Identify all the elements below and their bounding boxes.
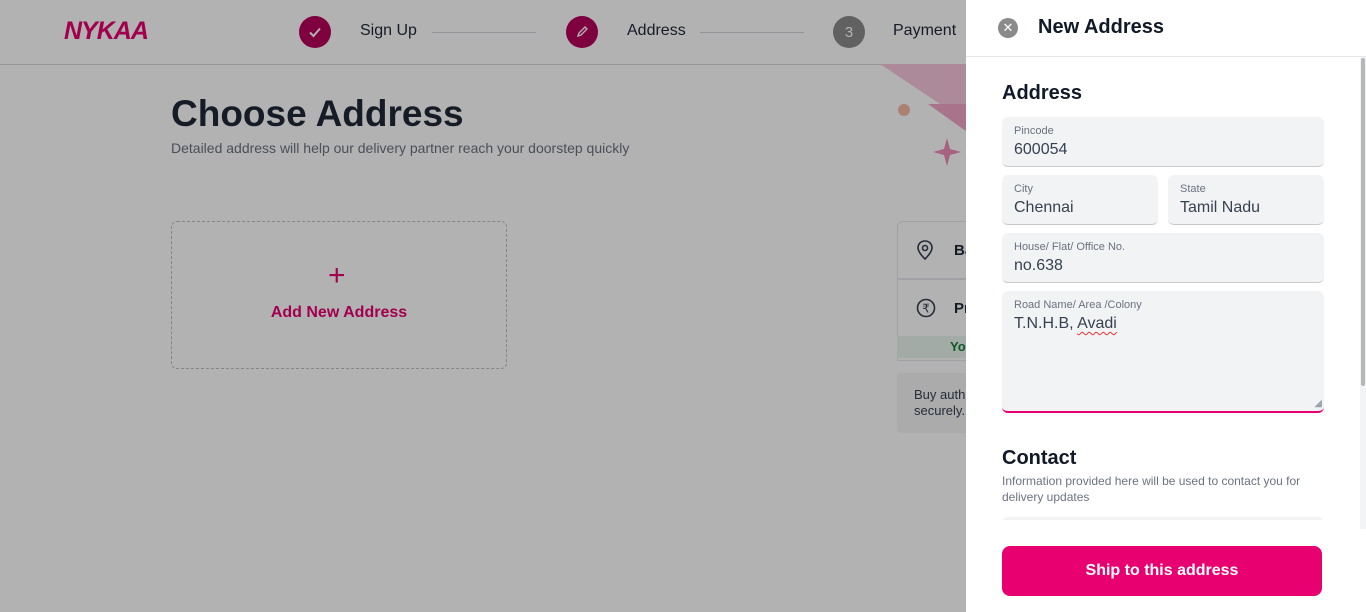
drawer-title: New Address	[1038, 16, 1164, 38]
ship-to-this-address-button[interactable]: Ship to this address	[1002, 546, 1322, 596]
state-field[interactable]: State Tamil Nadu	[1168, 175, 1324, 225]
house-number-label: House/ Flat/ Office No.	[1014, 241, 1126, 253]
resize-grip-icon[interactable]: ◢	[1314, 399, 1322, 409]
road-name-label: Road Name/ Area /Colony	[1014, 299, 1142, 311]
road-name-textarea[interactable]: Road Name/ Area /Colony T.N.H.B, Avadi ◢	[1002, 291, 1324, 413]
scrollbar-thumb[interactable]	[1361, 58, 1365, 386]
city-value: Chennai	[1014, 199, 1074, 216]
state-label: State	[1180, 183, 1206, 195]
road-name-misspelled-word: Avadi	[1077, 315, 1117, 332]
drawer-form: Address Pincode 600054 City Chennai Stat…	[966, 57, 1360, 520]
house-number-value: no.638	[1014, 257, 1063, 274]
pincode-field[interactable]: Pincode 600054	[1002, 117, 1324, 167]
close-icon[interactable]: ✕	[998, 18, 1018, 38]
drawer-header: ✕ New Address	[966, 0, 1366, 57]
contact-description: Information provided here will be used t…	[1002, 474, 1301, 504]
city-field[interactable]: City Chennai	[1002, 175, 1158, 225]
contact-section-title: Contact	[1002, 447, 1077, 469]
pincode-value: 600054	[1014, 141, 1068, 158]
address-section-title: Address	[1002, 82, 1083, 104]
road-name-text: T.N.H.B,	[1014, 315, 1078, 332]
city-label: City	[1014, 183, 1033, 195]
new-address-drawer: ✕ New Address Address Pincode 600054 Cit…	[966, 0, 1366, 612]
house-number-field[interactable]: House/ Flat/ Office No. no.638	[1002, 233, 1324, 283]
state-value: Tamil Nadu	[1180, 199, 1261, 216]
contact-field[interactable]	[1002, 517, 1324, 520]
pincode-label: Pincode	[1014, 125, 1054, 137]
road-name-value: T.N.H.B, Avadi	[1014, 315, 1117, 333]
modal-backdrop[interactable]	[0, 0, 966, 612]
